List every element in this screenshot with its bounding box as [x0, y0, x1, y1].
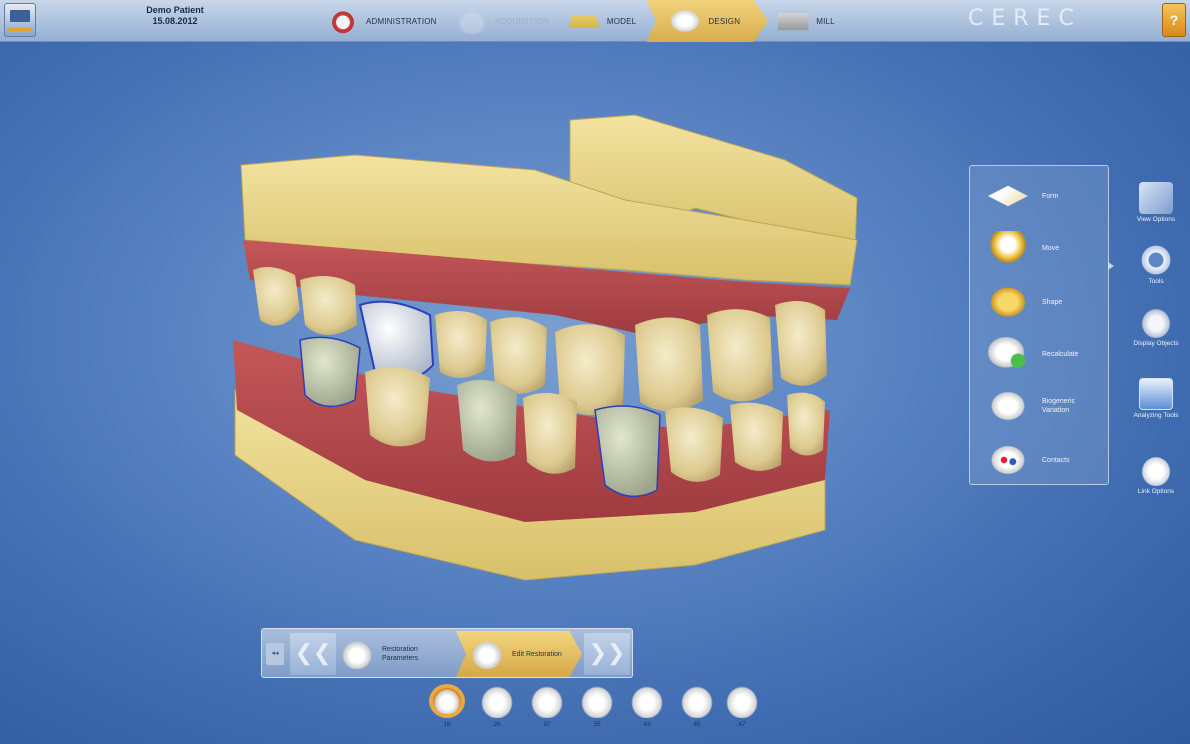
workflow-step-label: ADMINISTRATION [366, 16, 437, 26]
tooth-selector-47[interactable]: 47 [722, 684, 762, 728]
patient-date: 15.08.2012 [152, 16, 198, 26]
edit-restoration-icon [470, 639, 504, 669]
tools-icon [1139, 244, 1173, 276]
phase-bar: ◂◂ ❮❮ Restoration Parameters Edit Restor… [261, 628, 633, 678]
tooth-number: 47 [738, 721, 746, 728]
side-display-objects[interactable]: Display Objects [1130, 306, 1182, 348]
app-menu-icon[interactable] [4, 3, 36, 37]
side-label: Tools [1148, 278, 1164, 285]
tooth-icon [679, 684, 715, 718]
tooth-selector-43[interactable]: 43 [627, 684, 667, 728]
workflow-step-label: ACQUISITION [494, 16, 549, 26]
workflow-step-administration[interactable]: ADMINISTRATION [318, 0, 447, 42]
tooth-number: 26 [493, 721, 501, 728]
tooth-selector-37[interactable]: 37 [527, 684, 567, 728]
administration-icon [326, 8, 360, 34]
tool-label: Form [1042, 192, 1059, 200]
panel-pointer [1108, 262, 1114, 270]
workflow-step-acquisition: ACQUISITION [447, 0, 559, 42]
side-link-options[interactable]: Link Options [1130, 454, 1182, 496]
tooth-icon [579, 684, 615, 718]
workflow-bar: ADMINISTRATION ACQUISITION MODEL DESIGN … [318, 0, 845, 42]
tool-move[interactable]: Move [988, 228, 1108, 268]
tooth-number: 45 [693, 721, 701, 728]
tool-label: Contacts [1042, 456, 1070, 464]
tool-shape[interactable]: Shape [988, 282, 1108, 322]
move-icon [988, 231, 1028, 265]
phase-restoration-parameters[interactable]: Restoration Parameters [340, 631, 454, 677]
help-icon: ? [1169, 12, 1179, 28]
side-label: Display Objects [1133, 340, 1179, 347]
tooth-selector-35[interactable]: 35 [577, 684, 617, 728]
tool-label: Biogeneric Variation [1042, 398, 1076, 414]
workflow-step-label: DESIGN [708, 16, 741, 26]
contacts-icon [988, 443, 1028, 477]
side-analyzing-tools[interactable]: Analyzing Tools [1130, 378, 1182, 420]
side-label: View Options [1136, 216, 1176, 223]
tool-label: Recalculate [1042, 350, 1079, 358]
tool-form[interactable]: Form [988, 176, 1108, 216]
tool-label: Shape [1042, 298, 1063, 306]
next-phase-button[interactable]: ❯❯ [584, 633, 630, 675]
patient-info: Demo Patient 15.08.2012 [125, 5, 225, 27]
workflow-step-design[interactable]: DESIGN [646, 0, 769, 42]
tool-contacts[interactable]: Contacts [988, 440, 1108, 480]
side-view-options[interactable]: View Options [1130, 182, 1182, 224]
tooth-number: 43 [643, 721, 651, 728]
view-options-icon [1139, 182, 1173, 214]
mill-icon [777, 13, 809, 31]
brand-logo: CEREC [968, 6, 1082, 31]
model-icon [568, 15, 600, 28]
design-icon [668, 8, 703, 34]
form-icon [988, 185, 1028, 207]
phase-edit-restoration[interactable]: Edit Restoration [456, 631, 582, 677]
tooth-icon [429, 684, 465, 718]
workflow-step-label: MODEL [606, 16, 637, 26]
tooth-number: 35 [593, 721, 601, 728]
previous-phase-button[interactable]: ❮❮ [290, 633, 336, 675]
phase-label: Restoration Parameters [382, 646, 419, 662]
tooth-selector-26[interactable]: 26 [477, 684, 517, 728]
help-button[interactable]: ? [1162, 3, 1186, 37]
tool-recalculate[interactable]: Recalculate [988, 334, 1108, 374]
tooth-icon [479, 684, 515, 718]
tooth-number: 37 [543, 721, 551, 728]
workflow-step-model[interactable]: MODEL [559, 0, 646, 42]
workflow-step-label: MILL [816, 16, 835, 26]
tool-biogeneric-variation[interactable]: Biogeneric Variation [988, 386, 1108, 426]
tooth-selector-16[interactable]: 16 [427, 684, 467, 728]
acquisition-icon [454, 8, 489, 34]
display-objects-icon [1139, 306, 1173, 338]
tooth-icon [724, 684, 760, 718]
collapse-phase-bar-button[interactable]: ◂◂ [266, 643, 284, 665]
side-tools[interactable]: Tools [1130, 244, 1182, 286]
tool-label: Move [1042, 244, 1060, 252]
tooth-icon [629, 684, 665, 718]
phase-label: Edit Restoration [512, 650, 562, 658]
design-tools-panel: Form Move Shape Recalculate Biogeneric V… [969, 165, 1109, 485]
top-bar: Demo Patient 15.08.2012 ADMINISTRATION A… [0, 0, 1190, 42]
tooth-number: 16 [443, 721, 451, 728]
patient-name: Demo Patient [146, 5, 204, 15]
side-label: Link Options [1137, 488, 1175, 495]
side-label: Analyzing Tools [1133, 412, 1179, 419]
restoration-parameters-icon [340, 639, 374, 669]
link-options-icon [1139, 454, 1173, 486]
recalculate-icon [988, 337, 1028, 371]
workflow-step-mill[interactable]: MILL [768, 0, 845, 42]
biogeneric-variation-icon [988, 389, 1028, 423]
analyzing-tools-icon [1139, 378, 1173, 410]
tooth-icon [529, 684, 565, 718]
tooth-selector-45[interactable]: 45 [677, 684, 717, 728]
shape-icon [988, 285, 1028, 319]
dental-model-viewport[interactable] [225, 110, 865, 600]
